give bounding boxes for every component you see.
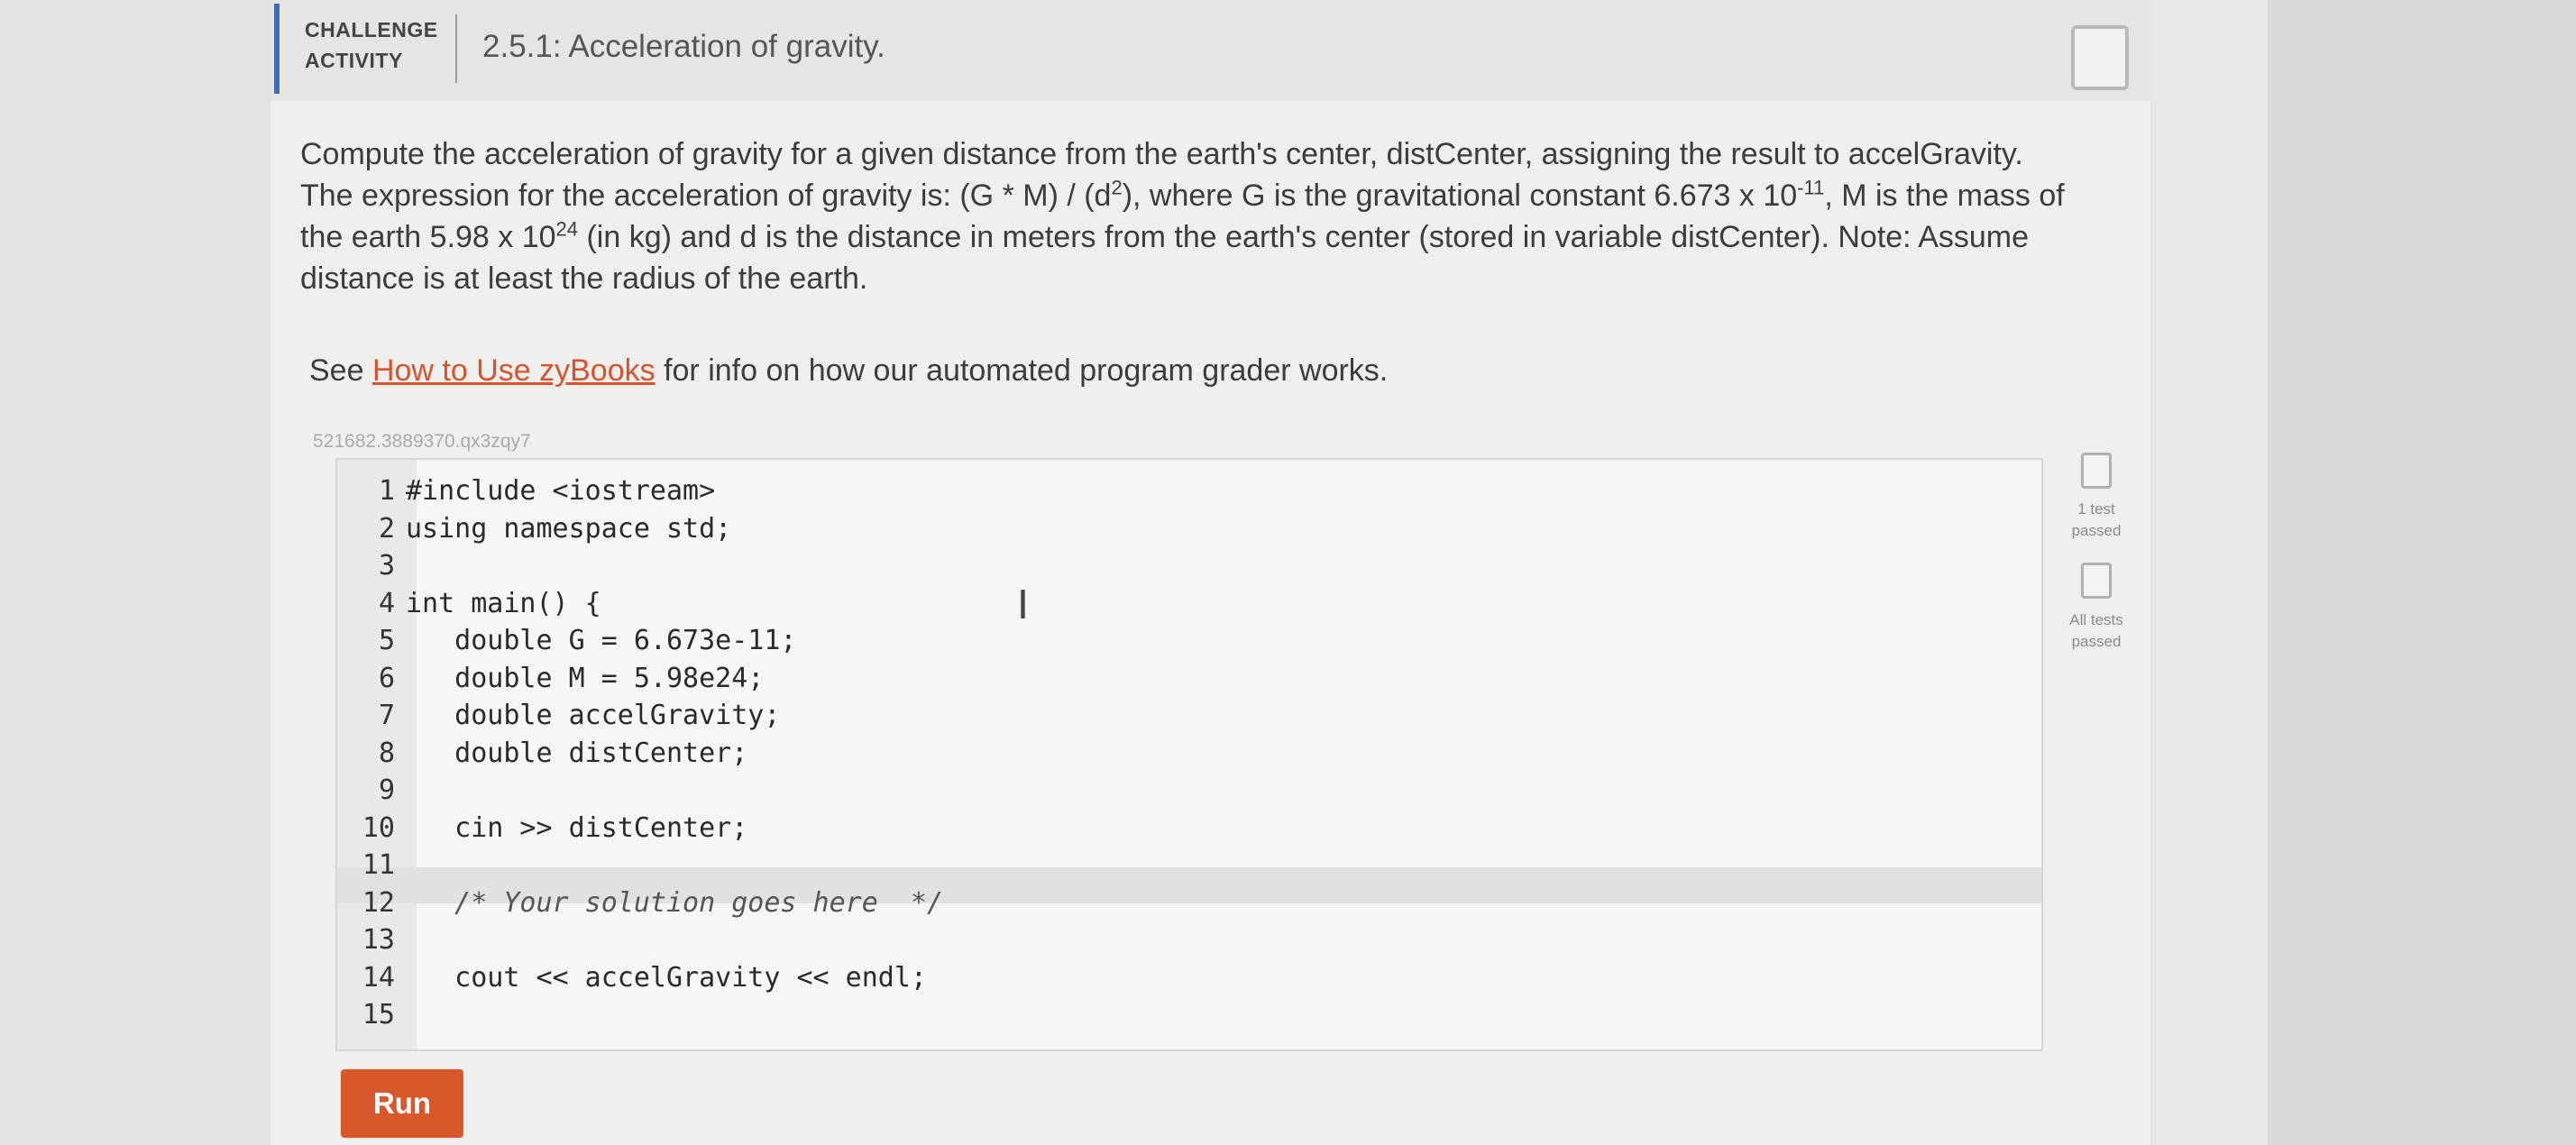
- code-text: /* Your solution goes here */: [406, 886, 944, 919]
- code-line[interactable]: 9: [337, 772, 406, 809]
- code-line[interactable]: 10 cin >> distCenter;: [337, 810, 747, 847]
- code-text: int main() {: [406, 587, 601, 619]
- code-line[interactable]: 3: [337, 547, 406, 584]
- code-text: double G = 6.673e-11;: [406, 625, 797, 656]
- line-number: 8: [378, 737, 395, 769]
- code-line[interactable]: 11: [337, 847, 406, 884]
- all-tests-passed-checkbox-icon: [2081, 563, 2112, 599]
- problem-statement: Compute the acceleration of gravity for …: [300, 133, 2067, 299]
- test-passed-checkbox-icon: [2081, 453, 2112, 489]
- code-text: double distCenter;: [406, 737, 748, 769]
- line-number: 9: [378, 774, 395, 806]
- line-number: 3: [378, 550, 395, 582]
- code-line[interactable]: 2 using namespace std;: [337, 510, 731, 547]
- prompt-line-4: distance is at least the radius of the e…: [300, 261, 868, 296]
- code-line[interactable]: 5 double G = 6.673e-11;: [337, 622, 797, 659]
- code-line[interactable]: 13: [337, 921, 406, 958]
- line-number: 1: [378, 475, 395, 507]
- code-text: using namespace std;: [406, 512, 732, 545]
- line-number: 7: [378, 700, 395, 731]
- code-text: #include <iostream>: [406, 475, 716, 507]
- code-line[interactable]: 4 int main() {: [337, 585, 601, 622]
- left-margin: [0, 0, 270, 1145]
- code-text: cin >> distCenter;: [406, 811, 748, 844]
- line-number: 13: [362, 924, 395, 956]
- how-to-use-zybooks-link[interactable]: How to Use zyBooks: [372, 353, 655, 388]
- completion-checkbox-icon: [2071, 25, 2129, 90]
- code-text: double M = 5.98e24;: [406, 662, 765, 694]
- line-number: 6: [378, 662, 395, 694]
- line-number: 5: [378, 625, 395, 656]
- prompt-line-2: The expression for the acceleration of g…: [300, 176, 2065, 213]
- all-tests-passed-label: All tests passed: [2069, 611, 2123, 650]
- challenge-activity-label: CHALLENGE ACTIVITY: [305, 18, 438, 72]
- code-identifier: 521682.3889370.qx3zqy7: [313, 431, 531, 452]
- right-margin: [2268, 0, 2576, 1145]
- text-cursor-icon: I: [1017, 582, 1029, 628]
- test-passed-label: 1 test passed: [2071, 500, 2122, 539]
- prompt-line-1: Compute the acceleration of gravity for …: [300, 137, 2023, 171]
- code-line[interactable]: 7 double accelGravity;: [337, 697, 780, 734]
- code-editor[interactable]: 1 #include <iostream> 2 using namespace std…: [335, 458, 2043, 1051]
- code-text: cout << accelGravity << endl;: [406, 961, 927, 994]
- code-text: double accelGravity;: [406, 700, 781, 731]
- code-line[interactable]: 14 cout << accelGravity << endl;: [337, 959, 927, 996]
- code-line[interactable]: 8 double distCenter;: [337, 735, 747, 772]
- code-line[interactable]: 6 double M = 5.98e24;: [337, 660, 764, 697]
- code-line[interactable]: 12 /* Your solution goes here */: [337, 884, 943, 921]
- run-button[interactable]: Run: [341, 1069, 463, 1138]
- line-number: 4: [378, 587, 395, 619]
- header-accent-bar: [274, 4, 280, 94]
- header-divider: [455, 14, 457, 83]
- prompt-line-3: the earth 5.98 x 1024 (in kg) and d is t…: [300, 217, 2030, 254]
- line-number: 14: [362, 961, 395, 994]
- line-number: 11: [362, 849, 395, 881]
- line-number: 10: [362, 811, 395, 844]
- code-line[interactable]: 1 #include <iostream>: [337, 472, 715, 509]
- help-text: See How to Use zyBooks for info on how o…: [309, 353, 1389, 388]
- code-line[interactable]: 15: [337, 996, 406, 1033]
- line-number: 12: [362, 886, 395, 919]
- activity-title: 2.5.1: Acceleration of gravity.: [482, 29, 885, 64]
- line-number: 2: [378, 512, 395, 545]
- line-number: 15: [362, 999, 395, 1030]
